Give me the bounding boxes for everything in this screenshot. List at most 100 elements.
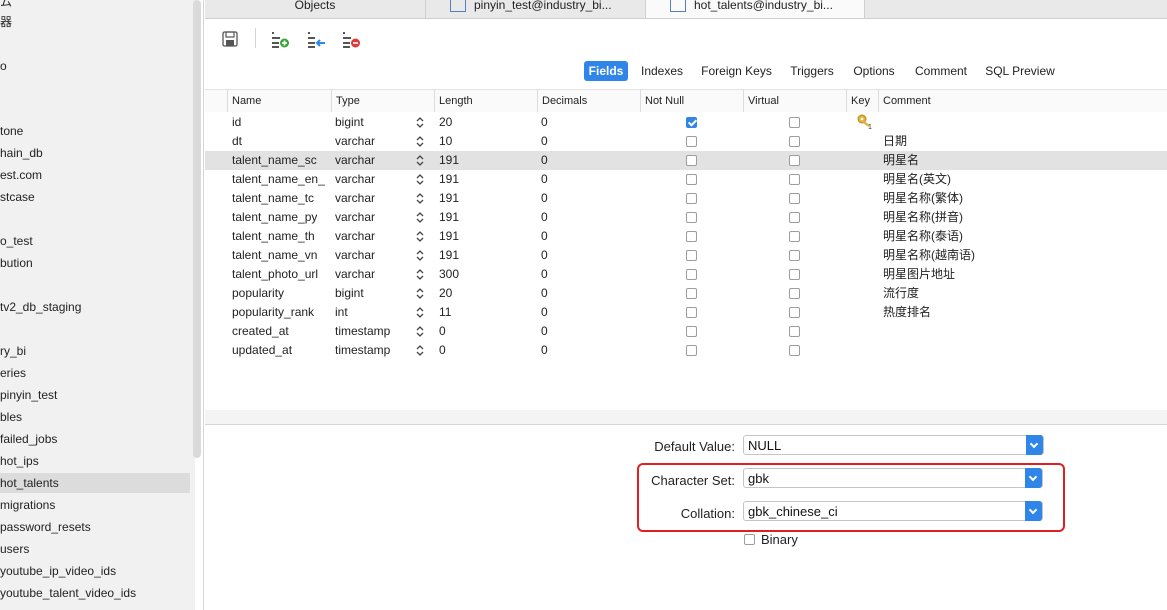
virtual-checkbox[interactable] [789, 250, 800, 261]
type-stepper-icon[interactable] [416, 230, 424, 243]
field-decimals-cell[interactable]: 0 [541, 284, 548, 303]
sidebar-item[interactable]: youtube_talent_video_ids [0, 583, 136, 603]
type-stepper-icon[interactable] [416, 287, 424, 300]
field-decimals-cell[interactable]: 0 [541, 322, 548, 341]
column-header-not-null[interactable]: Not Null [640, 90, 743, 112]
add-field-icon[interactable] [269, 28, 291, 50]
field-comment-cell[interactable]: 明星名称(越南语) [883, 246, 975, 265]
sidebar-scrollbar[interactable] [193, 0, 201, 458]
tab-pinyin-test[interactable]: pinyin_test@industry_bi... [426, 0, 646, 18]
not-null-checkbox[interactable] [686, 212, 697, 223]
field-decimals-cell[interactable]: 0 [541, 265, 548, 284]
sidebar-item[interactable]: youtube_ip_video_ids [0, 561, 116, 581]
field-length-cell[interactable]: 10 [439, 132, 452, 151]
field-type-cell[interactable]: varchar [335, 227, 375, 246]
type-stepper-icon[interactable] [416, 249, 424, 262]
field-length-cell[interactable]: 0 [439, 341, 446, 360]
column-header-type[interactable]: Type [331, 90, 434, 112]
field-type-cell[interactable]: bigint [335, 284, 364, 303]
subtab-sql-preview[interactable]: SQL Preview [981, 61, 1059, 81]
subtab-triggers[interactable]: Triggers [785, 61, 839, 81]
virtual-checkbox[interactable] [789, 288, 800, 299]
field-length-cell[interactable]: 191 [439, 189, 459, 208]
table-row[interactable]: dt varchar 10 0 日期 [205, 132, 1167, 151]
field-type-cell[interactable]: varchar [335, 132, 375, 151]
table-row[interactable]: popularity bigint 20 0 流行度 [205, 284, 1167, 303]
sidebar-item[interactable]: bution [0, 253, 33, 273]
virtual-checkbox[interactable] [789, 212, 800, 223]
field-name-cell[interactable]: talent_name_py [232, 208, 317, 227]
sidebar-item[interactable]: o [0, 56, 7, 76]
sidebar-item[interactable]: hain_db [0, 143, 43, 163]
table-row[interactable]: talent_name_en_ varchar 191 0 明星名(英文) [205, 170, 1167, 189]
type-stepper-icon[interactable] [416, 325, 424, 338]
table-row[interactable]: updated_at timestamp 0 0 [205, 341, 1167, 360]
save-icon[interactable] [219, 28, 241, 50]
sidebar-item[interactable]: 器 [0, 12, 12, 32]
not-null-checkbox[interactable] [686, 117, 697, 128]
sidebar-item[interactable]: eries [0, 363, 26, 383]
column-header-virtual[interactable]: Virtual [743, 90, 846, 112]
virtual-checkbox[interactable] [789, 136, 800, 147]
virtual-checkbox[interactable] [789, 117, 800, 128]
sidebar-item[interactable]: migrations [0, 495, 55, 515]
field-comment-cell[interactable]: 明星名称(繁体) [883, 189, 963, 208]
sidebar-item[interactable]: failed_jobs [0, 429, 57, 449]
sidebar-item[interactable]: tv2_db_staging [0, 297, 81, 317]
field-comment-cell[interactable]: 明星名称(泰语) [883, 227, 963, 246]
virtual-checkbox[interactable] [789, 231, 800, 242]
not-null-checkbox[interactable] [686, 288, 697, 299]
subtab-indexes[interactable]: Indexes [635, 61, 689, 81]
column-header-comment[interactable]: Comment [878, 90, 1167, 112]
delete-field-icon[interactable] [340, 28, 362, 50]
field-type-cell[interactable]: varchar [335, 246, 375, 265]
sidebar-item[interactable]: bles [0, 407, 22, 427]
subtab-comment[interactable]: Comment [908, 61, 974, 81]
not-null-checkbox[interactable] [686, 136, 697, 147]
field-name-cell[interactable]: talent_photo_url [232, 265, 318, 284]
type-stepper-icon[interactable] [416, 173, 424, 186]
not-null-checkbox[interactable] [686, 174, 697, 185]
field-decimals-cell[interactable]: 0 [541, 208, 548, 227]
not-null-checkbox[interactable] [686, 269, 697, 280]
subtab-foreign-keys[interactable]: Foreign Keys [697, 61, 776, 81]
sidebar-item[interactable]: hot_talents [0, 473, 190, 493]
field-name-cell[interactable]: popularity_rank [232, 303, 314, 322]
type-stepper-icon[interactable] [416, 154, 424, 167]
field-decimals-cell[interactable]: 0 [541, 170, 548, 189]
field-type-cell[interactable]: varchar [335, 189, 375, 208]
virtual-checkbox[interactable] [789, 326, 800, 337]
field-name-cell[interactable]: talent_name_vn [232, 246, 317, 265]
subtab-options[interactable]: Options [847, 61, 901, 81]
table-row[interactable]: created_at timestamp 0 0 [205, 322, 1167, 341]
virtual-checkbox[interactable] [789, 193, 800, 204]
sidebar-item[interactable]: est.com [0, 165, 42, 185]
field-length-cell[interactable]: 191 [439, 246, 459, 265]
column-header-key[interactable]: Key [846, 90, 878, 112]
table-row[interactable]: talent_name_tc varchar 191 0 明星名称(繁体) [205, 189, 1167, 208]
not-null-checkbox[interactable] [686, 250, 697, 261]
field-name-cell[interactable]: talent_name_sc [232, 151, 317, 170]
table-row[interactable]: talent_photo_url varchar 300 0 明星图片地址 [205, 265, 1167, 284]
field-comment-cell[interactable]: 明星名(英文) [883, 170, 951, 189]
sidebar-item[interactable]: pinyin_test [0, 385, 57, 405]
field-decimals-cell[interactable]: 0 [541, 113, 548, 132]
field-decimals-cell[interactable]: 0 [541, 246, 548, 265]
table-row[interactable]: talent_name_th varchar 191 0 明星名称(泰语) [205, 227, 1167, 246]
sidebar-item[interactable]: users [0, 539, 29, 559]
sidebar-item[interactable]: ry_bi [0, 341, 26, 361]
field-name-cell[interactable]: talent_name_th [232, 227, 315, 246]
field-type-cell[interactable]: varchar [335, 151, 375, 170]
field-type-cell[interactable]: int [335, 303, 348, 322]
field-length-cell[interactable]: 191 [439, 227, 459, 246]
field-name-cell[interactable]: id [232, 113, 241, 132]
type-stepper-icon[interactable] [416, 192, 424, 205]
field-comment-cell[interactable]: 明星图片地址 [883, 265, 955, 284]
virtual-checkbox[interactable] [789, 345, 800, 356]
field-name-cell[interactable]: talent_name_tc [232, 189, 314, 208]
not-null-checkbox[interactable] [686, 155, 697, 166]
column-header-name[interactable]: Name [227, 90, 331, 112]
field-length-cell[interactable]: 300 [439, 265, 459, 284]
sidebar-item[interactable]: o_test [0, 231, 33, 251]
field-comment-cell[interactable]: 明星名 [883, 151, 919, 170]
